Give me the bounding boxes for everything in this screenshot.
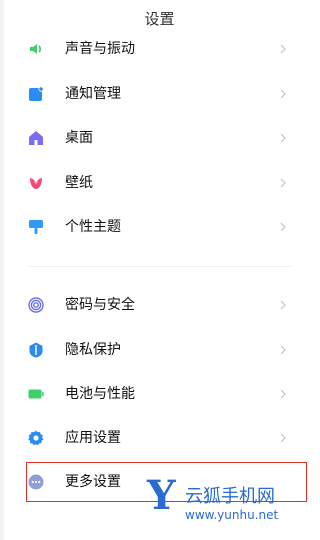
battery-icon — [28, 389, 44, 399]
settings-item-themes[interactable]: 个性主题 — [0, 205, 319, 249]
watermark-url: www.yunhu.net — [185, 508, 279, 522]
speaker-icon — [30, 44, 41, 54]
settings-item-label: 电池与性能 — [65, 386, 135, 402]
chevron-right-icon — [280, 222, 286, 232]
gear-icon — [28, 430, 44, 446]
settings-item-label: 密码与安全 — [65, 297, 135, 313]
brush-icon — [29, 220, 43, 234]
watermark-logo: Y 云狐手机网 www.yunhu.net — [147, 476, 319, 540]
settings-item-label: 隐私保护 — [65, 342, 121, 358]
page-title: 设置 — [144, 10, 175, 28]
settings-item-label: 通知管理 — [65, 86, 121, 102]
chevron-right-icon — [280, 89, 286, 99]
settings-item-label: 壁纸 — [65, 175, 93, 191]
settings-item-desktop[interactable]: 桌面 — [0, 116, 319, 160]
chevron-right-icon — [280, 44, 286, 54]
group-divider — [28, 266, 292, 267]
chevron-right-icon — [280, 178, 286, 188]
watermark-name: 云狐手机网 — [185, 486, 275, 507]
settings-item-sound[interactable]: 声音与振动 — [0, 27, 319, 71]
shield-icon — [29, 342, 43, 358]
chevron-right-icon — [280, 133, 286, 143]
notification-icon — [29, 86, 44, 101]
chevron-right-icon — [280, 345, 286, 355]
settings-item-wallpaper[interactable]: 壁纸 — [0, 161, 319, 205]
settings-item-label: 声音与振动 — [65, 41, 135, 57]
settings-item-password-security[interactable]: 密码与安全 — [0, 283, 319, 327]
settings-item-app-settings[interactable]: 应用设置 — [0, 416, 319, 460]
settings-item-notifications[interactable]: 通知管理 — [0, 72, 319, 116]
settings-item-label: 个性主题 — [65, 219, 121, 235]
settings-item-battery[interactable]: 电池与性能 — [0, 372, 319, 416]
chevron-right-icon — [280, 433, 286, 443]
fingerprint-icon — [28, 297, 44, 313]
home-icon — [29, 131, 43, 145]
settings-item-label: 桌面 — [65, 130, 93, 146]
settings-item-label: 应用设置 — [65, 430, 121, 446]
chevron-right-icon — [280, 389, 286, 399]
chevron-right-icon — [280, 300, 286, 310]
watermark-letter: Y — [147, 472, 176, 519]
settings-item-privacy[interactable]: 隐私保护 — [0, 328, 319, 372]
tulip-icon — [30, 178, 42, 189]
